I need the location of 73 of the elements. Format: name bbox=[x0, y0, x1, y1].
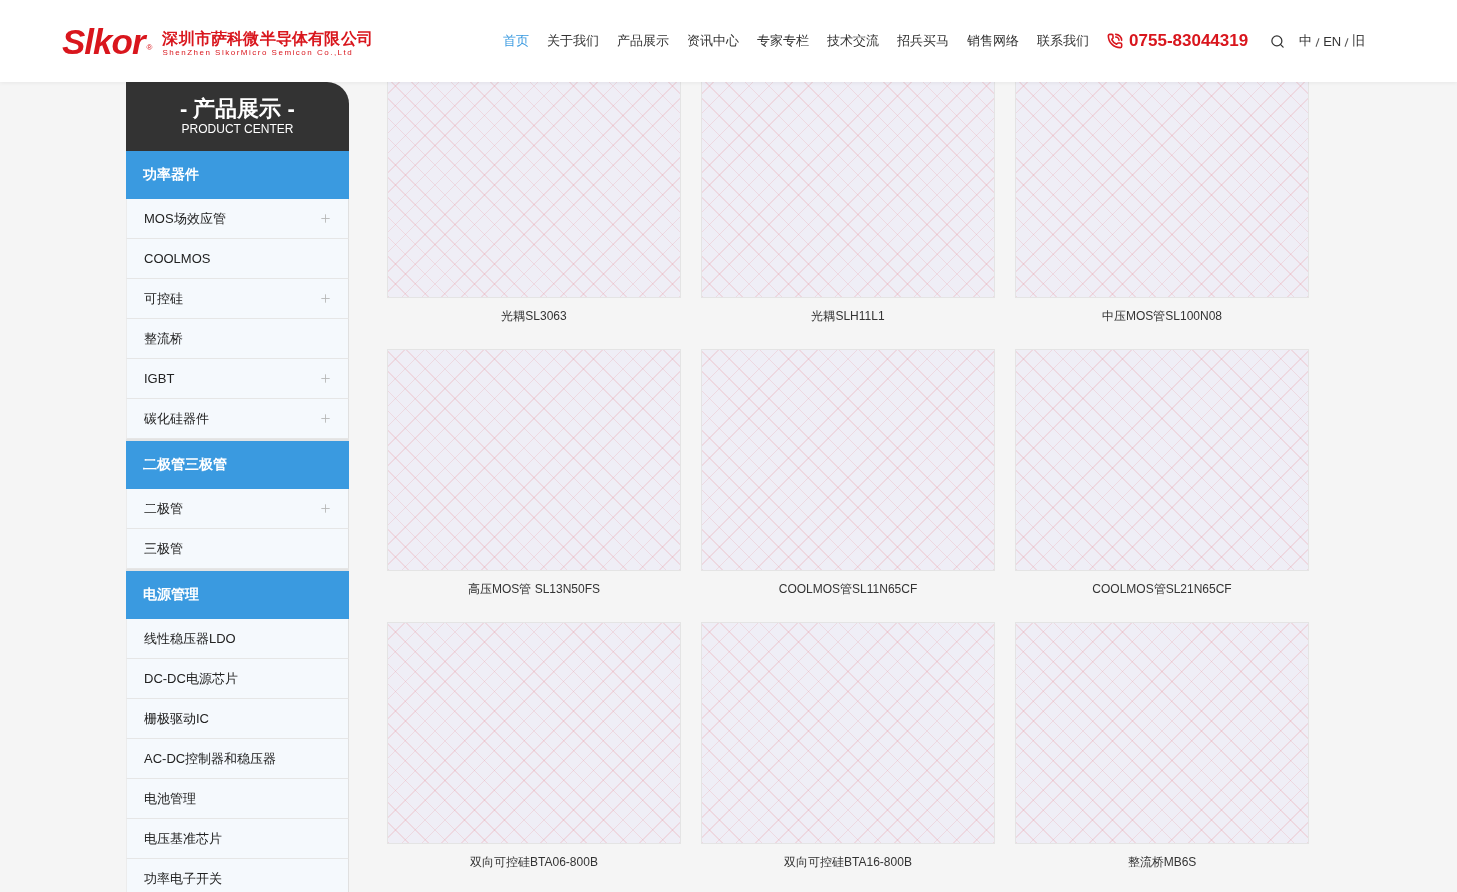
category-item[interactable]: 电压基准芯片 bbox=[126, 819, 349, 859]
photo-placeholder[interactable] bbox=[701, 349, 995, 571]
category-item[interactable]: MOS场效应管 bbox=[126, 199, 349, 239]
category-item[interactable]: 栅极驱动IC bbox=[126, 699, 349, 739]
photo-placeholder[interactable] bbox=[1015, 349, 1309, 571]
category-item[interactable]: 三极管 bbox=[126, 529, 349, 569]
search-button[interactable] bbox=[1270, 33, 1286, 49]
category-item[interactable]: 可控硅 bbox=[126, 279, 349, 319]
plus-icon[interactable] bbox=[319, 372, 332, 385]
product-link[interactable]: COOLMOS管SL21N65CF bbox=[1092, 582, 1232, 596]
language-link[interactable]: 旧 bbox=[1352, 32, 1366, 50]
plus-icon[interactable] bbox=[319, 502, 332, 515]
category-item[interactable]: 整流桥 bbox=[126, 319, 349, 359]
category-item[interactable]: COOLMOS bbox=[126, 239, 349, 279]
photo-placeholder[interactable] bbox=[1015, 82, 1309, 298]
category-label: 电池管理 bbox=[144, 789, 196, 808]
product-link[interactable]: 整流桥MB6S bbox=[1127, 855, 1197, 869]
company-name: 深圳市萨科微半导体有限公司 bbox=[162, 30, 374, 48]
category-label: COOLMOS bbox=[144, 251, 211, 266]
product-link[interactable]: 高压MOS管 SL13N50FS bbox=[467, 582, 600, 596]
category-item[interactable]: 二极管 bbox=[126, 489, 349, 529]
photo-placeholder[interactable] bbox=[1015, 622, 1309, 844]
photo-placeholder[interactable] bbox=[387, 622, 681, 844]
plus-icon[interactable] bbox=[319, 212, 332, 225]
sidebar-title: - 产品展示 - bbox=[180, 96, 295, 122]
product-link[interactable]: 光耦SLH11L1 bbox=[811, 309, 885, 323]
photo-placeholder[interactable] bbox=[387, 82, 681, 298]
category-item[interactable]: 电池管理 bbox=[126, 779, 349, 819]
category-item[interactable]: AC-DC控制器和稳压器 bbox=[126, 739, 349, 779]
category-label: 功率电子开关 bbox=[144, 869, 222, 888]
language-link[interactable]: EN bbox=[1323, 33, 1342, 49]
plus-icon[interactable] bbox=[319, 292, 332, 305]
category-label: 线性稳压器LDO bbox=[144, 629, 236, 648]
category-label: DC-DC电源芯片 bbox=[144, 669, 238, 688]
category-item[interactable]: 线性稳压器LDO bbox=[126, 619, 349, 659]
photo-placeholder[interactable] bbox=[701, 82, 995, 298]
language-link[interactable]: 中 bbox=[1299, 32, 1313, 50]
registered-mark: ® bbox=[146, 43, 153, 52]
nav-link[interactable]: 技术交流 bbox=[827, 32, 880, 50]
company-name-english: ShenZhen SlkorMicro Semicon Co.,Ltd bbox=[162, 48, 355, 58]
product-link[interactable]: 双向可控硅BTA16-800B bbox=[784, 855, 912, 869]
photo-placeholder[interactable] bbox=[701, 622, 995, 844]
category-label: IGBT bbox=[144, 371, 175, 386]
logo-wordmark[interactable]: Slkor bbox=[62, 23, 145, 59]
category-label: AC-DC控制器和稳压器 bbox=[144, 749, 277, 768]
phone-number: 0755-83044319 bbox=[1129, 31, 1249, 51]
plus-icon[interactable] bbox=[319, 412, 332, 425]
category-item[interactable]: 碳化硅器件 bbox=[126, 399, 349, 439]
nav-link[interactable]: 销售网络 bbox=[967, 32, 1020, 50]
phone-icon bbox=[1107, 33, 1124, 49]
category-label: 电压基准芯片 bbox=[144, 829, 222, 848]
product-link[interactable]: 光耦SL3063 bbox=[501, 309, 567, 323]
nav-link[interactable]: 资讯中心 bbox=[687, 32, 740, 50]
photo-placeholder[interactable] bbox=[387, 349, 681, 571]
product-link[interactable]: COOLMOS管SL11N65CF bbox=[778, 582, 918, 596]
nav-link[interactable]: 招兵买马 bbox=[897, 32, 950, 50]
category-item[interactable]: DC-DC电源芯片 bbox=[126, 659, 349, 699]
nav-link[interactable]: 专家专栏 bbox=[757, 32, 810, 50]
nav-link[interactable]: 关于我们 bbox=[547, 32, 600, 50]
category-label: 二极管 bbox=[144, 499, 183, 518]
nav-link[interactable]: 联系我们 bbox=[1037, 32, 1090, 50]
category-label: 碳化硅器件 bbox=[144, 409, 209, 428]
category-item[interactable]: IGBT bbox=[126, 359, 349, 399]
category-label: MOS场效应管 bbox=[144, 209, 226, 228]
category-label: 栅极驱动IC bbox=[144, 709, 209, 728]
category-label: 可控硅 bbox=[144, 289, 183, 308]
nav-link[interactable]: 产品展示 bbox=[617, 32, 670, 50]
product-link[interactable]: 双向可控硅BTA06-800B bbox=[470, 855, 598, 869]
category-label: 整流桥 bbox=[144, 329, 183, 348]
sidebar-subtitle: PRODUCT CENTER bbox=[181, 122, 294, 137]
category-label: 三极管 bbox=[144, 539, 183, 558]
product-link[interactable]: 中压MOS管SL100N08 bbox=[1101, 309, 1222, 323]
category-item[interactable]: 功率电子开关 bbox=[126, 859, 349, 892]
